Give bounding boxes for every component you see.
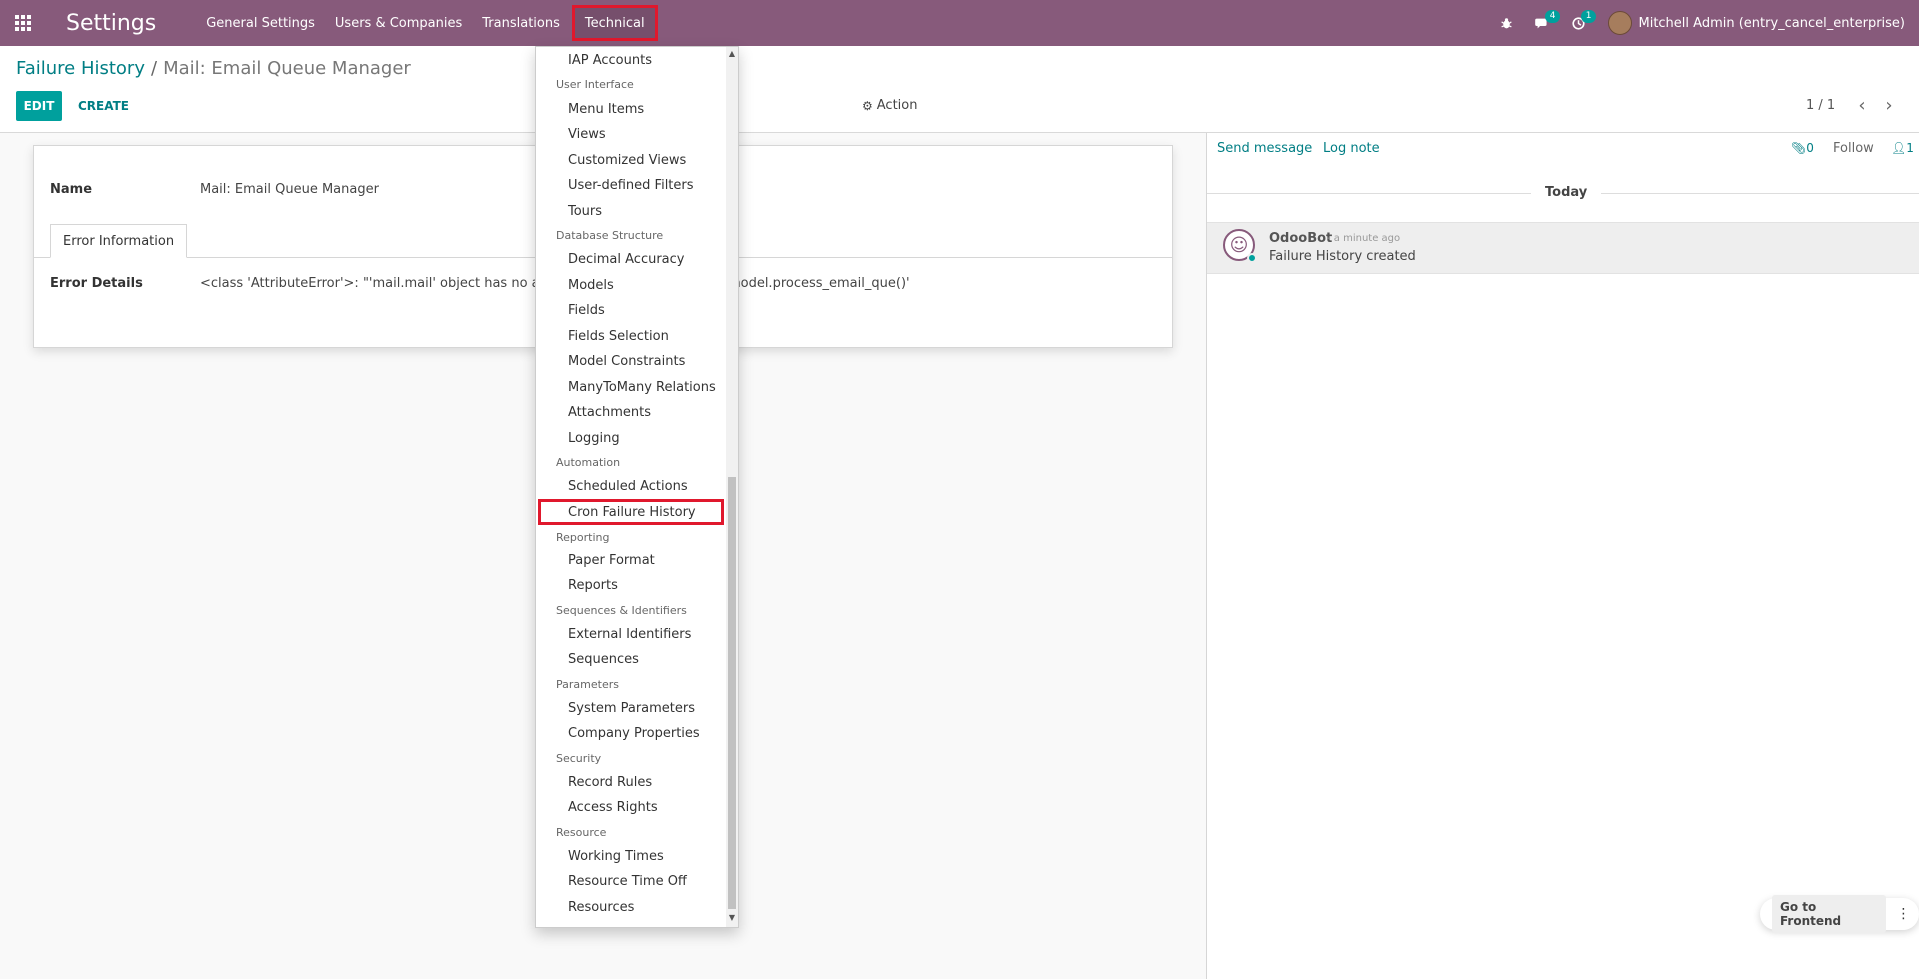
more-vertical-icon[interactable]: ⋮	[1892, 902, 1915, 926]
attachments-count: 0	[1806, 141, 1814, 155]
action-label: Action	[876, 98, 918, 113]
log-note-button[interactable]: Log note	[1323, 141, 1380, 156]
apps-menu-icon[interactable]	[0, 0, 46, 46]
action-menu-button[interactable]: ⚙ Action	[862, 98, 917, 113]
pager-value[interactable]: 1 / 1	[1806, 98, 1835, 113]
dropdown-item-paper-format[interactable]: Paper Format	[568, 553, 655, 568]
dropdown-item-menu-items[interactable]: Menu Items	[568, 102, 644, 117]
dropdown-item-scheduled-actions[interactable]: Scheduled Actions	[568, 479, 688, 494]
dropdown-item-fields-selection[interactable]: Fields Selection	[568, 329, 669, 344]
message-author[interactable]: OdooBot	[1269, 231, 1332, 246]
followers-count: 1	[1906, 141, 1914, 155]
attachments-button[interactable]: 📎︎0	[1791, 141, 1814, 155]
dropdown-item-decimal-accuracy[interactable]: Decimal Accuracy	[568, 252, 685, 267]
create-button[interactable]: CREATE	[70, 91, 137, 121]
gear-icon: ⚙	[862, 98, 873, 113]
dropdown-item-tours[interactable]: Tours	[568, 204, 602, 219]
dropdown-header-resource: Resource	[556, 826, 607, 839]
user-menu[interactable]: Mitchell Admin (entry_cancel_enterprise)	[1608, 11, 1905, 35]
dropdown-header-automation: Automation	[556, 456, 621, 469]
dropdown-item-resources[interactable]: Resources	[568, 900, 634, 915]
breadcrumb-current: Mail: Email Queue Manager	[163, 58, 411, 79]
dropdown-header-security: Security	[556, 752, 602, 765]
messages-badge: 4	[1544, 10, 1561, 23]
dropdown-item-reports[interactable]: Reports	[568, 578, 618, 593]
message-body: Failure History created	[1269, 249, 1416, 264]
dropdown-item-many2many-relations[interactable]: ManyToMany Relations	[568, 380, 716, 395]
online-status-icon	[1247, 253, 1257, 263]
messages-icon[interactable]: 4	[1524, 0, 1561, 46]
activities-badge: 1	[1580, 10, 1597, 23]
dropdown-item-external-identifiers[interactable]: External Identifiers	[568, 627, 691, 642]
follow-button[interactable]: Follow	[1833, 141, 1874, 156]
breadcrumb-separator: /	[150, 58, 158, 79]
dropdown-header-sequences-identifiers: Sequences & Identifiers	[556, 604, 687, 617]
dropdown-header-reporting: Reporting	[556, 531, 610, 544]
followers-button[interactable]: 👤︎1	[1891, 141, 1914, 155]
dropdown-scrollbar[interactable]: ▲ ▼	[726, 47, 738, 927]
breadcrumb: Failure History / Mail: Email Queue Manage…	[16, 58, 411, 79]
breadcrumb-parent-link[interactable]: Failure History	[16, 58, 145, 79]
dropdown-item-model-constraints[interactable]: Model Constraints	[568, 354, 685, 369]
scroll-up-arrow-icon[interactable]: ▲	[726, 49, 738, 59]
scrollbar-thumb[interactable]	[728, 477, 736, 909]
dropdown-item-models[interactable]: Models	[568, 278, 614, 293]
date-separator-label: Today	[1531, 185, 1602, 200]
dropdown-item-resource-time-off[interactable]: Resource Time Off	[568, 874, 687, 889]
user-avatar	[1608, 11, 1633, 35]
error-details-label: Error Details	[50, 276, 143, 291]
menu-technical[interactable]: Technical	[571, 5, 658, 41]
user-name: Mitchell Admin (entry_cancel_enterprise)	[1638, 15, 1905, 31]
tab-error-information[interactable]: Error Information	[50, 224, 188, 258]
chatter-panel: Send message Log note 📎︎0 Follow 👤︎1 Tod…	[1206, 133, 1919, 979]
menu-general-settings[interactable]: General Settings	[196, 0, 325, 46]
scroll-down-arrow-icon[interactable]: ▼	[726, 913, 738, 923]
dropdown-item-iap-accounts[interactable]: IAP Accounts	[568, 53, 652, 68]
technical-dropdown-menu: IAP Accounts User Interface Menu Items V…	[535, 46, 739, 928]
dropdown-item-customized-views[interactable]: Customized Views	[568, 153, 686, 168]
error-details-value-end: g 'model.process_email_que()'	[712, 276, 910, 291]
dropdown-item-access-rights[interactable]: Access Rights	[568, 800, 658, 815]
debug-bug-icon[interactable]	[1488, 0, 1524, 46]
pager-next-icon[interactable]: ›	[1879, 93, 1899, 117]
dropdown-item-fields[interactable]: Fields	[568, 303, 605, 318]
dropdown-item-attachments[interactable]: Attachments	[568, 405, 651, 420]
dropdown-header-database-structure: Database Structure	[556, 229, 664, 242]
dropdown-item-sequences[interactable]: Sequences	[568, 652, 639, 667]
dropdown-item-views[interactable]: Views	[568, 127, 606, 142]
dropdown-item-logging[interactable]: Logging	[568, 431, 620, 446]
name-label: Name	[50, 182, 93, 197]
dropdown-header-user-interface: User Interface	[556, 78, 634, 91]
paperclip-icon: 📎︎	[1791, 141, 1807, 155]
chatter-message: ☺ OdooBot - a minute ago Failure History…	[1207, 222, 1919, 274]
pager-previous-icon[interactable]: ‹	[1852, 93, 1872, 117]
dropdown-header-parameters: Parameters	[556, 678, 619, 691]
send-message-button[interactable]: Send message	[1217, 141, 1312, 156]
dropdown-item-record-rules[interactable]: Record Rules	[568, 775, 652, 790]
go-to-frontend-button[interactable]: Go to Frontend	[1772, 895, 1886, 933]
message-date: - a minute ago	[1327, 233, 1401, 244]
menu-translations[interactable]: Translations	[472, 0, 570, 46]
menu-users-companies[interactable]: Users & Companies	[325, 0, 472, 46]
activities-clock-icon[interactable]: 1	[1560, 0, 1597, 46]
app-title: Settings	[66, 10, 157, 36]
name-value: Mail: Email Queue Manager	[200, 182, 379, 197]
user-icon: 👤︎	[1891, 141, 1907, 155]
top-navbar: Settings General Settings Users & Compan…	[0, 0, 1919, 46]
dropdown-item-working-times[interactable]: Working Times	[568, 849, 664, 864]
dropdown-item-user-defined-filters[interactable]: User-defined Filters	[568, 178, 694, 193]
go-to-frontend-widget: Go to Frontend ⋮	[1760, 895, 1919, 933]
dropdown-item-cron-failure-history[interactable]: Cron Failure History	[568, 505, 696, 520]
dropdown-item-company-properties[interactable]: Company Properties	[568, 726, 700, 741]
dropdown-item-system-parameters[interactable]: System Parameters	[568, 701, 695, 716]
edit-button[interactable]: EDIT	[16, 91, 62, 121]
